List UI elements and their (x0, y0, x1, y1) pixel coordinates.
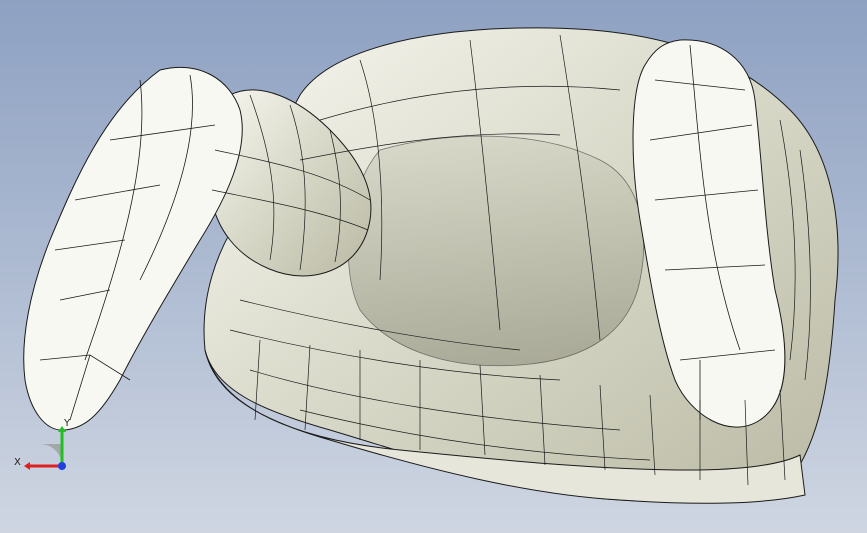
x-axis-arrowhead (24, 462, 30, 470)
3d-surface-model[interactable] (0, 0, 867, 533)
cad-3d-viewport[interactable]: X Y (0, 0, 867, 533)
axis-triad: X Y (14, 418, 71, 470)
y-axis-label: Y (63, 418, 71, 429)
model-left-lobe (23, 66, 243, 431)
z-axis-dot (58, 462, 66, 470)
x-axis-label: X (14, 457, 21, 468)
triad-plane-quadrant (40, 444, 62, 466)
